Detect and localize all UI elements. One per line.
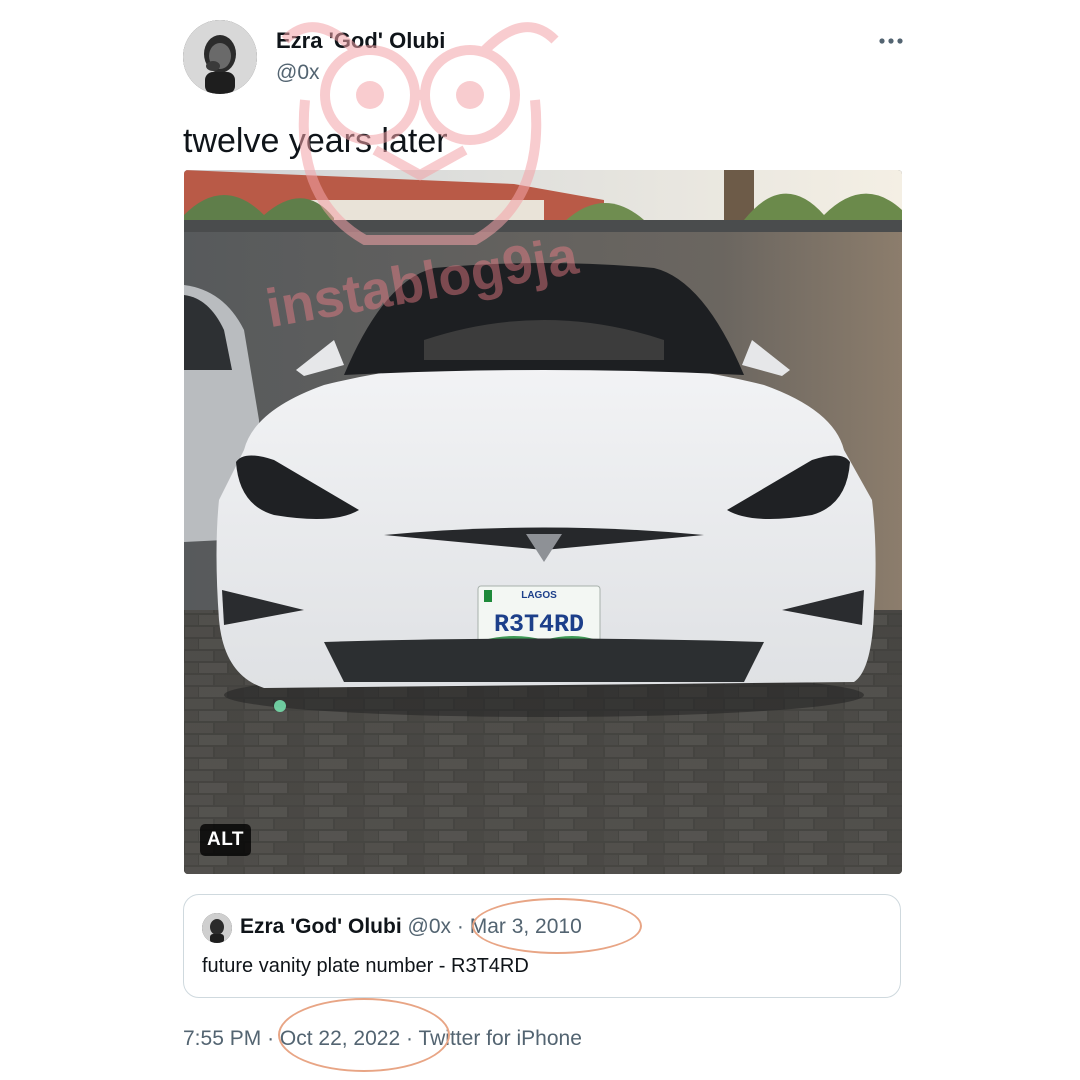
author-handle[interactable]: @0x: [276, 61, 320, 85]
quoted-separator: ·: [456, 915, 464, 938]
alt-text-badge[interactable]: ALT: [200, 824, 252, 856]
tweet-photo[interactable]: LAGOS R3T4RD ALT: [184, 170, 902, 874]
quoted-author-name: Ezra 'God' Olubi: [240, 915, 402, 938]
tweet-source[interactable]: Twitter for iPhone: [418, 1027, 581, 1050]
footer-separator: ·: [267, 1027, 275, 1050]
quoted-author-handle: @0x: [407, 915, 452, 938]
author-avatar[interactable]: [183, 20, 257, 94]
quoted-author-avatar: [202, 913, 232, 943]
car-photo: LAGOS R3T4RD: [184, 170, 902, 874]
plate-state: LAGOS: [521, 590, 557, 601]
quoted-tweet-header: Ezra 'God' Olubi @0x · Mar 3, 2010: [240, 915, 582, 939]
quoted-tweet-date: Mar 3, 2010: [469, 915, 582, 938]
tweet-footer: 7:55 PM · Oct 22, 2022 · Twitter for iPh…: [183, 1027, 582, 1051]
tweet-text: twelve years later: [183, 122, 448, 160]
footer-separator: ·: [406, 1027, 413, 1050]
author-display-name[interactable]: Ezra 'God' Olubi: [276, 28, 445, 54]
plate-number: R3T4RD: [494, 610, 584, 639]
tweet-date[interactable]: Oct 22, 2022: [280, 1027, 400, 1050]
quoted-tweet-text: future vanity plate number - R3T4RD: [202, 955, 529, 977]
tweet-time[interactable]: 7:55 PM: [183, 1027, 261, 1050]
quoted-tweet-card[interactable]: Ezra 'God' Olubi @0x · Mar 3, 2010 futur…: [183, 894, 901, 998]
more-horizontal-icon[interactable]: [874, 26, 908, 56]
